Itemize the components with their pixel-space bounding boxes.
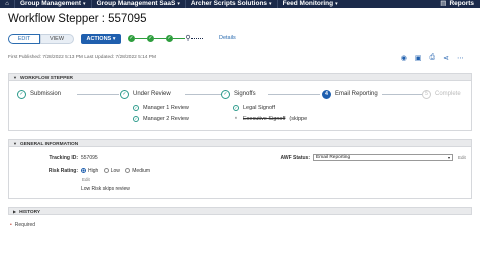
- substep-legal-signoff: ✓ Legal Signoff: [233, 105, 276, 111]
- step-submission[interactable]: ✓ Submission: [17, 88, 61, 100]
- history-section-header[interactable]: ▶ HISTORY: [8, 207, 472, 215]
- check-icon: ✓: [17, 89, 26, 99]
- top-nav: ⌂ Group Management ▾ Group Management Saa…: [0, 0, 480, 8]
- step-email-reporting[interactable]: 4 Email Reporting: [322, 88, 378, 100]
- awf-status-label: AWF Status:: [280, 155, 310, 161]
- tracking-id-label: Tracking ID:: [49, 155, 78, 161]
- risk-rating-options: High Low Medium: [77, 168, 150, 174]
- step-complete[interactable]: 5 Complete: [422, 88, 461, 100]
- nav-group-management-saas[interactable]: Group Management SaaS ▾: [90, 0, 185, 8]
- risk-edit-link[interactable]: Edit: [82, 177, 90, 182]
- check-icon: ✓: [133, 105, 139, 111]
- chevron-down-icon: ▾: [177, 1, 180, 7]
- details-link[interactable]: Details: [219, 35, 236, 41]
- print-icon[interactable]: ⎙: [430, 54, 436, 62]
- awf-edit-link[interactable]: Edit: [458, 155, 466, 160]
- home-icon[interactable]: ⌂: [0, 1, 14, 7]
- chevron-down-icon: ▾: [112, 36, 116, 42]
- mini-stepper: ✓ ✓ ✓ ⚲: [128, 35, 203, 42]
- check-icon: ✓: [221, 89, 230, 99]
- risk-note: Low Risk skips review: [81, 186, 130, 192]
- nav-reports[interactable]: ▤ Reports: [440, 0, 474, 8]
- tracking-id-value: 557095: [81, 155, 98, 161]
- radio-high[interactable]: [81, 168, 86, 174]
- check-icon: ✓: [120, 89, 129, 99]
- caret-right-icon: ▶: [13, 209, 17, 214]
- step-signoffs[interactable]: ✓ Signoffs: [221, 88, 256, 100]
- substep-manager-1: ✓ Manager 1 Review: [133, 105, 189, 111]
- page-title: Workflow Stepper : 557095: [8, 13, 147, 25]
- save-icon[interactable]: ▣: [415, 54, 422, 62]
- required-legend: • Required: [10, 222, 36, 228]
- radio-medium[interactable]: [125, 168, 131, 174]
- risk-rating-label: Risk Rating:: [48, 168, 78, 174]
- general-section-header[interactable]: ▼ GENERAL INFORMATION: [8, 139, 472, 147]
- nav-feed-monitoring[interactable]: Feed Monitoring ▾: [276, 0, 343, 8]
- awf-status-select[interactable]: Email Reporting ▾: [313, 154, 453, 161]
- check-icon: ✓: [147, 35, 154, 42]
- workflow-steps: ✓ Submission ✓ Under Review ✓ Signoffs 4…: [17, 88, 465, 100]
- navigate-back-icon[interactable]: ◉: [401, 54, 407, 62]
- chevron-down-icon: ▾: [447, 155, 450, 160]
- record-toolbar: ◉ ▣ ⎙ ⋖ ⋯: [401, 54, 464, 62]
- check-icon: ✓: [166, 35, 173, 42]
- workflow-section-header[interactable]: ▼ WORKFLOW STEPPER: [8, 73, 472, 81]
- nav-group-management[interactable]: Group Management ▾: [14, 0, 91, 8]
- substep-manager-2: ✓ Manager 2 Review: [133, 116, 189, 122]
- substep-executive-signoff: ✕ Executive Signoff (skippe: [234, 116, 308, 122]
- skipped-icon: ✕: [234, 116, 238, 120]
- caret-down-icon: ▼: [13, 141, 17, 146]
- radio-low[interactable]: [103, 168, 109, 174]
- check-icon: ✓: [128, 35, 135, 42]
- published-info: First Published: 7/28/2022 5:13 PM Last …: [8, 55, 156, 60]
- share-icon[interactable]: ⋖: [443, 54, 449, 62]
- edit-button[interactable]: EDIT: [8, 34, 40, 44]
- more-options-icon[interactable]: ⋯: [457, 54, 464, 62]
- caret-down-icon: ▼: [13, 75, 17, 80]
- view-button[interactable]: VIEW: [40, 34, 74, 44]
- step-under-review[interactable]: ✓ Under Review: [120, 88, 171, 100]
- nav-archer-scripts-solutions[interactable]: Archer Scripts Solutions ▾: [184, 0, 277, 8]
- required-dot-icon: •: [10, 222, 12, 228]
- check-icon: ✓: [233, 105, 239, 111]
- actions-button[interactable]: ACTIONS ▾: [81, 34, 121, 44]
- chevron-down-icon: ▾: [269, 1, 272, 7]
- chevron-down-icon: ▾: [335, 1, 338, 7]
- reports-icon: ▤: [440, 0, 447, 7]
- chevron-down-icon: ▾: [83, 1, 86, 7]
- check-icon: ✓: [133, 116, 139, 122]
